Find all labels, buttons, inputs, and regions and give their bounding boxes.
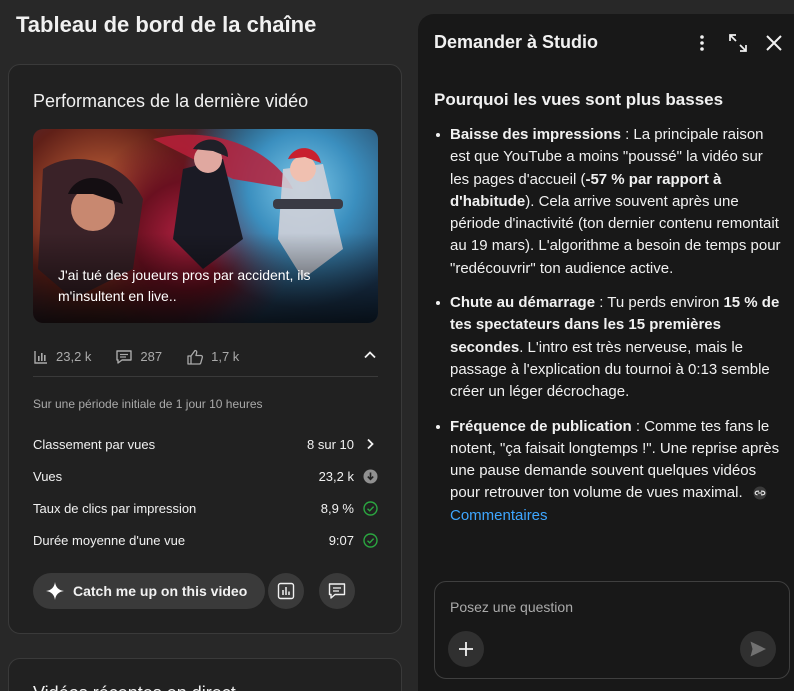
bar-chart-icon	[34, 350, 47, 364]
metric-value: 8,9 %	[320, 500, 354, 516]
check-circle-icon	[362, 500, 378, 516]
comment-icon	[116, 349, 133, 364]
thumbnail-caption: J'ai tué des joueurs pros par accident, …	[58, 267, 311, 304]
likes-stat: 1,7 k	[186, 349, 239, 365]
metric-label: Classement par vues	[33, 436, 156, 452]
send-button[interactable]	[740, 631, 776, 667]
comments-value: 287	[140, 349, 163, 364]
expand-icon[interactable]	[726, 31, 750, 55]
likes-value: 1,7 k	[211, 349, 240, 364]
panel-title: Demander à Studio	[434, 32, 599, 52]
question-input-box[interactable]: Posez une question	[434, 581, 790, 679]
more-vert-icon[interactable]	[690, 31, 714, 55]
plus-icon	[459, 642, 473, 656]
chevron-up-icon[interactable]	[362, 347, 378, 363]
thumbs-up-icon	[187, 349, 204, 365]
check-circle-icon	[362, 532, 378, 548]
answer-bullet-list: Baisse des impressions : La principale r…	[432, 124, 786, 539]
metric-value: 23,2 k	[318, 468, 354, 484]
bullet-text: : Tu perds environ	[595, 294, 724, 312]
sparkle-icon	[46, 582, 64, 600]
question-input[interactable]: Posez une question	[450, 599, 573, 615]
latest-video-card: Performances de la dernière vidéo J'ai t…	[8, 64, 402, 634]
add-button[interactable]	[448, 631, 484, 667]
bullet-impressions: Baisse des impressions : La principale r…	[432, 124, 786, 280]
comments-stat: 287	[115, 349, 162, 365]
video-thumbnail[interactable]: J'ai tué des joueurs pros par accident, …	[33, 129, 378, 323]
metric-value: 9:07	[328, 532, 354, 548]
card-title: Vidéos récentes en direct	[33, 683, 236, 691]
page-title: Tableau de bord de la chaîne	[16, 12, 317, 37]
send-icon	[750, 641, 766, 657]
bullet-heading: Fréquence de publication	[450, 417, 632, 435]
comments-button[interactable]	[319, 573, 355, 609]
link-icon	[753, 486, 767, 500]
metric-row-rank[interactable]: Classement par vues 8 sur 10	[33, 434, 378, 454]
video-stats-row: 23,2 k 287 1,7 k	[33, 337, 378, 377]
views-value: 23,2 k	[56, 349, 92, 364]
period-text: Sur une période initiale de 1 jour 10 he…	[33, 397, 263, 411]
views-stat: 23,2 k	[33, 349, 91, 365]
arrow-down-circle-icon	[362, 468, 378, 484]
metric-label: Taux de clics par impression	[33, 500, 197, 516]
catch-me-up-button[interactable]: Catch me up on this video	[33, 573, 265, 609]
answer-title: Pourquoi les vues sont plus basses	[434, 90, 724, 109]
chevron-right-icon[interactable]	[362, 436, 378, 452]
bullet-heading: Baisse des impressions	[450, 126, 621, 143]
metric-label: Durée moyenne d'une vue	[33, 532, 186, 548]
analytics-button[interactable]	[268, 573, 304, 609]
metric-row-avg-duration: Durée moyenne d'une vue 9:07	[33, 530, 378, 550]
comments-source-link[interactable]: Commentaires	[450, 507, 548, 524]
bullet-start-drop: Chute au démarrage : Tu perds environ 15…	[432, 292, 786, 403]
metric-row-views: Vues 23,2 k	[33, 466, 378, 486]
comment-icon	[328, 583, 346, 599]
metric-label: Vues	[33, 468, 63, 484]
catch-me-up-label: Catch me up on this video	[73, 583, 248, 599]
metric-row-ctr: Taux de clics par impression 8,9 %	[33, 498, 378, 518]
bullet-frequency: Fréquence de publication : Comme tes fan…	[432, 416, 786, 527]
metric-value: 8 sur 10	[307, 436, 354, 452]
recent-live-videos-card: Vidéos récentes en direct	[8, 658, 402, 691]
analytics-icon	[277, 582, 295, 600]
card-title: Performances de la dernière vidéo	[33, 91, 309, 111]
close-icon[interactable]	[762, 31, 786, 55]
ask-studio-panel: Demander à Studio Pourquoi les vues sont…	[418, 14, 794, 691]
bullet-heading: Chute au démarrage	[450, 294, 596, 312]
